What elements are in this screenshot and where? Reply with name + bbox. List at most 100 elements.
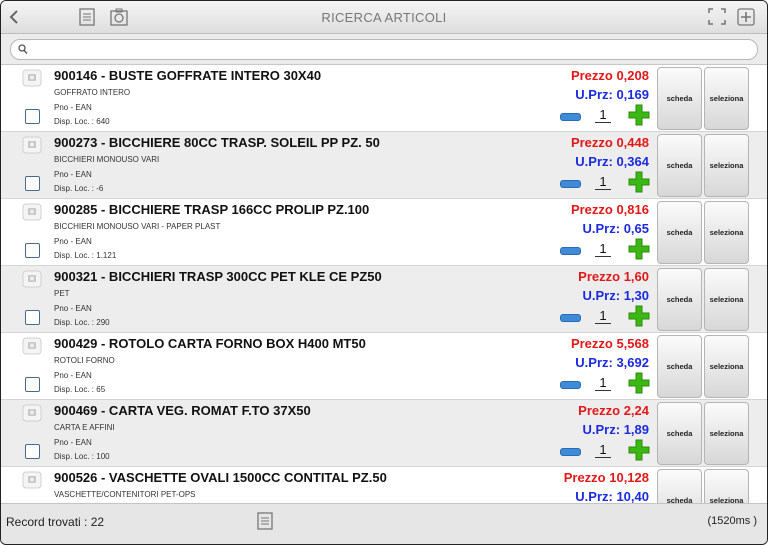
seleziona-button[interactable]: seleziona <box>704 402 749 465</box>
availability-label: Disp. Loc. : <box>54 318 97 327</box>
availability-value: 640 <box>96 117 110 126</box>
item-pno-ean: Pno - EAN <box>54 438 92 447</box>
scheda-button[interactable]: scheda <box>657 134 702 197</box>
page-title: RICERCA ARTICOLI <box>321 10 447 25</box>
item-checkbox[interactable] <box>25 176 40 191</box>
list-item: 900526 - VASCHETTE OVALI 1500CC CONTITAL… <box>1 467 767 503</box>
scheda-button[interactable]: scheda <box>657 469 702 503</box>
seleziona-button[interactable]: seleziona <box>704 469 749 503</box>
unit-price-value: 10,40 <box>616 489 649 503</box>
search-bar <box>1 34 767 65</box>
increase-qty-plus-icon[interactable] <box>628 372 650 394</box>
unit-price-value: 3,692 <box>616 355 649 370</box>
item-price: Prezzo 1,60 <box>578 269 649 284</box>
unit-price-label: U.Prz: <box>575 87 617 102</box>
scheda-button[interactable]: scheda <box>657 201 702 264</box>
item-title: 900146 - BUSTE GOFFRATE INTERO 30X40 <box>54 68 322 83</box>
price-value: 10,128 <box>609 470 649 485</box>
item-title: 900321 - BICCHIERI TRASP 300CC PET KLE C… <box>54 269 382 284</box>
item-checkbox[interactable] <box>25 444 40 459</box>
price-value: 0,448 <box>616 135 649 150</box>
scheda-button[interactable]: scheda <box>657 67 702 130</box>
list-item: 900321 - BICCHIERI TRASP 300CC PET KLE C… <box>1 266 767 333</box>
increase-qty-plus-icon[interactable] <box>628 238 650 260</box>
add-icon[interactable] <box>737 7 755 26</box>
availability-label: Disp. Loc. : <box>54 452 97 461</box>
quantity-value[interactable]: 1 <box>595 242 611 257</box>
increase-qty-plus-icon[interactable] <box>628 305 650 327</box>
item-checkbox[interactable] <box>25 109 40 124</box>
availability-value: 290 <box>96 318 110 327</box>
increase-qty-plus-icon[interactable] <box>628 171 650 193</box>
search-box[interactable] <box>10 39 758 60</box>
price-label: Prezzo <box>570 68 617 83</box>
seleziona-button[interactable]: seleziona <box>704 201 749 264</box>
item-category: VASCHETTE/CONTENITORI PET-OPS <box>54 490 196 499</box>
price-label: Prezzo <box>570 202 617 217</box>
item-pno-ean: Pno - EAN <box>54 170 92 179</box>
item-checkbox[interactable] <box>25 310 40 325</box>
seleziona-button[interactable]: seleziona <box>704 268 749 331</box>
unit-price-label: U.Prz: <box>582 288 624 303</box>
expand-icon[interactable] <box>708 8 726 25</box>
decrease-qty-button[interactable] <box>560 381 581 389</box>
app-window: RICERCA ARTICOLI 900146 - BUSTE GOFFRATE… <box>0 0 768 545</box>
item-pno-ean: Pno - EAN <box>54 237 92 246</box>
item-unit-price: U.Prz: 0,364 <box>575 154 649 169</box>
quantity-value[interactable]: 1 <box>595 443 611 458</box>
items-list: 900146 - BUSTE GOFFRATE INTERO 30X40 GOF… <box>1 65 767 503</box>
list-item: 900146 - BUSTE GOFFRATE INTERO 30X40 GOF… <box>1 65 767 132</box>
price-label: Prezzo <box>578 269 624 284</box>
decrease-qty-button[interactable] <box>560 314 581 322</box>
price-value: 0,816 <box>616 202 649 217</box>
availability-label: Disp. Loc. : <box>54 385 97 394</box>
unit-price-value: 0,169 <box>616 87 649 102</box>
item-checkbox[interactable] <box>25 243 40 258</box>
search-icon <box>18 42 28 60</box>
decrease-qty-button[interactable] <box>560 247 581 255</box>
scheda-button[interactable]: scheda <box>657 335 702 398</box>
item-image-icon <box>22 270 42 288</box>
item-price: Prezzo 0,448 <box>571 135 649 150</box>
seleziona-button[interactable]: seleziona <box>704 67 749 130</box>
menu-icon[interactable] <box>257 512 273 535</box>
item-category: CARTA E AFFINI <box>54 423 115 432</box>
item-unit-price: U.Prz: 0,169 <box>575 87 649 102</box>
seleziona-button[interactable]: seleziona <box>704 134 749 197</box>
availability-value: 1.121 <box>96 251 117 260</box>
item-unit-price: U.Prz: 3,692 <box>575 355 649 370</box>
unit-price-label: U.Prz: <box>582 422 624 437</box>
item-price: Prezzo 0,816 <box>571 202 649 217</box>
decrease-qty-button[interactable] <box>560 180 581 188</box>
unit-price-value: 1,30 <box>623 288 649 303</box>
quantity-value[interactable]: 1 <box>595 309 611 324</box>
decrease-qty-button[interactable] <box>560 448 581 456</box>
increase-qty-plus-icon[interactable] <box>628 439 650 461</box>
item-pno-ean: Pno - EAN <box>54 371 92 380</box>
scheda-button[interactable]: scheda <box>657 402 702 465</box>
increase-qty-plus-icon[interactable] <box>628 104 650 126</box>
price-label: Prezzo <box>570 135 617 150</box>
decrease-qty-button[interactable] <box>560 113 581 121</box>
availability-label: Disp. Loc. : <box>54 184 97 193</box>
unit-price-label: U.Prz: <box>575 154 617 169</box>
item-pno-ean: Pno - EAN <box>54 103 92 112</box>
scheda-button[interactable]: scheda <box>657 268 702 331</box>
item-category: BICCHIERI MONOUSO VARI - PAPER PLAST <box>54 222 221 231</box>
search-input[interactable] <box>33 41 747 58</box>
list-item: 900273 - BICCHIERE 80CC TRASP. SOLEIL PP… <box>1 132 767 199</box>
item-category: ROTOLI FORNO <box>54 356 115 365</box>
quantity-value[interactable]: 1 <box>595 108 611 123</box>
list-item: 900285 - BICCHIERE TRASP 166CC PROLIP PZ… <box>1 199 767 266</box>
unit-price-label: U.Prz: <box>582 221 624 236</box>
item-checkbox[interactable] <box>25 377 40 392</box>
item-image-icon <box>22 471 42 489</box>
seleziona-button[interactable]: seleziona <box>704 335 749 398</box>
price-label: Prezzo <box>578 403 624 418</box>
quantity-value[interactable]: 1 <box>595 376 611 391</box>
item-price: Prezzo 10,128 <box>564 470 649 485</box>
item-title: 900285 - BICCHIERE TRASP 166CC PROLIP PZ… <box>54 202 370 217</box>
quantity-value[interactable]: 1 <box>595 175 611 190</box>
list-item: 900469 - CARTA VEG. ROMAT F.TO 37X50 CAR… <box>1 400 767 467</box>
item-title: 900429 - ROTOLO CARTA FORNO BOX H400 MT5… <box>54 336 366 351</box>
